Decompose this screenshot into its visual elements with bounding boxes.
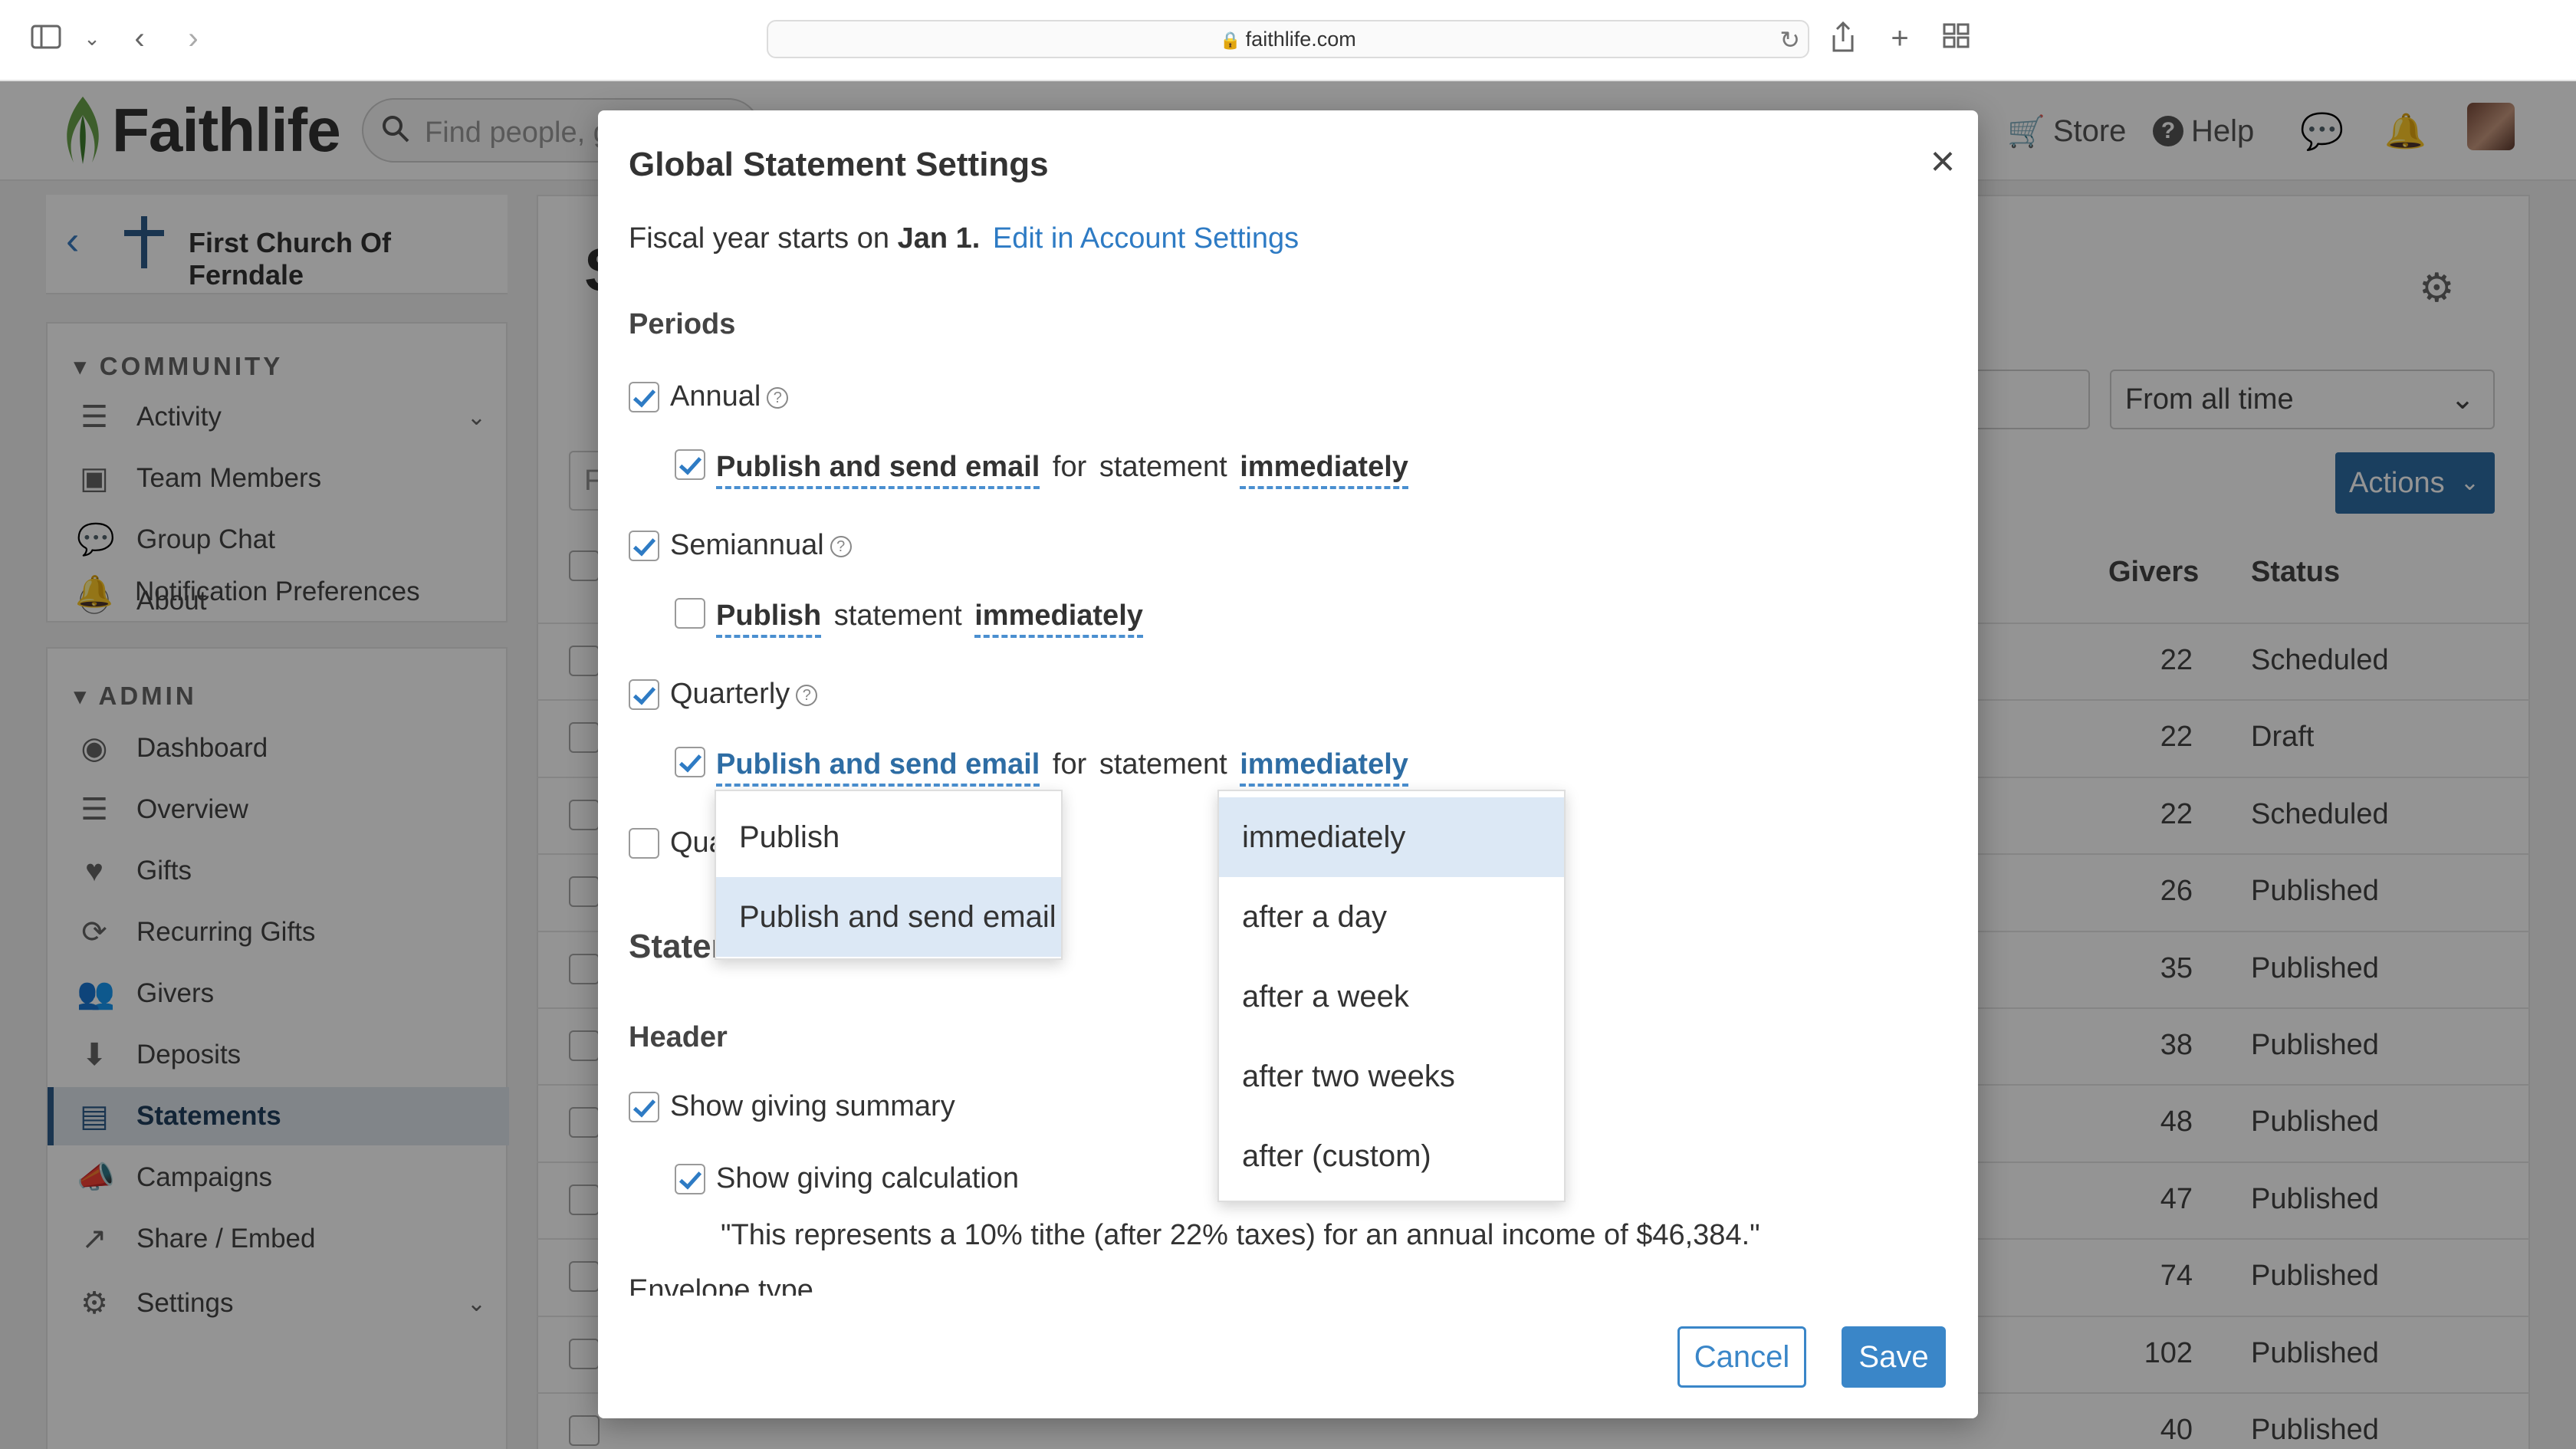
additional-period-checkbox[interactable] [629,828,659,859]
address-bar[interactable]: 🔒 faithlife.com ↻ [767,20,1809,58]
quarterly-label: Quarterly? [670,678,818,711]
fiscal-year-date: Jan 1. [897,222,981,255]
semiannual-publish-row: Publish statement immediately [716,600,1143,638]
annual-timing-dropdown[interactable]: immediately [1240,451,1408,489]
show-giving-summary-label: Show giving summary [670,1090,955,1122]
timing-option-after-custom[interactable]: after (custom) [1219,1116,1564,1196]
cancel-button[interactable]: Cancel [1677,1326,1806,1388]
quarterly-timing-dropdown[interactable]: immediately [1240,748,1408,787]
edit-account-settings-link[interactable]: Edit in Account Settings [993,222,1299,255]
browser-toolbar: ⌄ ‹ › 🔒 faithlife.com ↻ + [0,0,2576,81]
show-giving-summary-checkbox[interactable] [629,1092,659,1122]
annual-publish-checkbox[interactable] [675,449,705,480]
annual-publish-row: Publish and send email for statement imm… [716,451,1408,489]
timing-option-immediately[interactable]: immediately [1219,797,1564,877]
quarterly-action-dropdown[interactable]: Publish and send email [716,748,1040,787]
action-option-publish[interactable]: Publish [716,797,1061,877]
help-icon[interactable]: ? [767,386,789,409]
timing-option-after-a-week[interactable]: after a week [1219,957,1564,1037]
annual-label: Annual? [670,380,789,413]
show-giving-calculation-label: Show giving calculation [716,1162,1020,1194]
global-statement-settings-dialog: Global Statement Settings × Fiscal year … [598,110,1978,1418]
show-giving-calculation-checkbox[interactable] [675,1164,705,1194]
semiannual-timing-dropdown[interactable]: immediately [974,600,1143,638]
forward-icon[interactable]: › [175,20,212,57]
reload-icon[interactable]: ↻ [1779,25,1800,55]
quarterly-checkbox[interactable] [629,679,659,710]
semiannual-action-dropdown[interactable]: Publish [716,600,822,638]
help-icon[interactable]: ? [796,684,818,706]
action-dropdown-menu: Publish Publish and send email [715,790,1063,960]
periods-heading: Periods [629,308,736,340]
sidebar-toggle-icon[interactable] [28,20,64,57]
semiannual-checkbox[interactable] [629,531,659,561]
back-icon[interactable]: ‹ [121,20,158,57]
envelope-type-heading: Envelope type [629,1274,813,1296]
timing-dropdown-menu: immediately after a day after a week aft… [1217,790,1566,1202]
giving-calculation-preview: "This represents a 10% tithe (after 22% … [721,1219,1760,1251]
help-icon[interactable]: ? [830,535,852,557]
annual-checkbox[interactable] [629,382,659,412]
timing-option-after-two-weeks[interactable]: after two weeks [1219,1037,1564,1116]
semiannual-publish-checkbox[interactable] [675,598,705,629]
new-tab-icon[interactable]: + [1881,20,1918,57]
dialog-title: Global Statement Settings [629,146,1049,183]
share-icon[interactable] [1825,20,1861,57]
chevron-down-icon[interactable]: ⌄ [74,20,110,57]
save-button[interactable]: Save [1842,1326,1946,1388]
statement-settings-heading: Stater [629,928,724,965]
annual-action-dropdown[interactable]: Publish and send email [716,451,1040,489]
fiscal-year-text: Fiscal year starts on Jan 1. Edit in Acc… [629,222,1300,255]
quarterly-publish-row: Publish and send email for statement imm… [716,748,1408,787]
header-heading: Header [629,1021,728,1053]
tab-overview-icon[interactable] [1938,20,1975,57]
timing-option-after-a-day[interactable]: after a day [1219,877,1564,957]
semiannual-label: Semiannual? [670,529,852,562]
quarterly-publish-checkbox[interactable] [675,747,705,777]
action-option-publish-and-send-email[interactable]: Publish and send email [716,877,1061,957]
url-text: faithlife.com [1245,28,1356,51]
close-icon[interactable]: × [1920,138,1966,184]
lock-icon: 🔒 [1220,31,1241,50]
